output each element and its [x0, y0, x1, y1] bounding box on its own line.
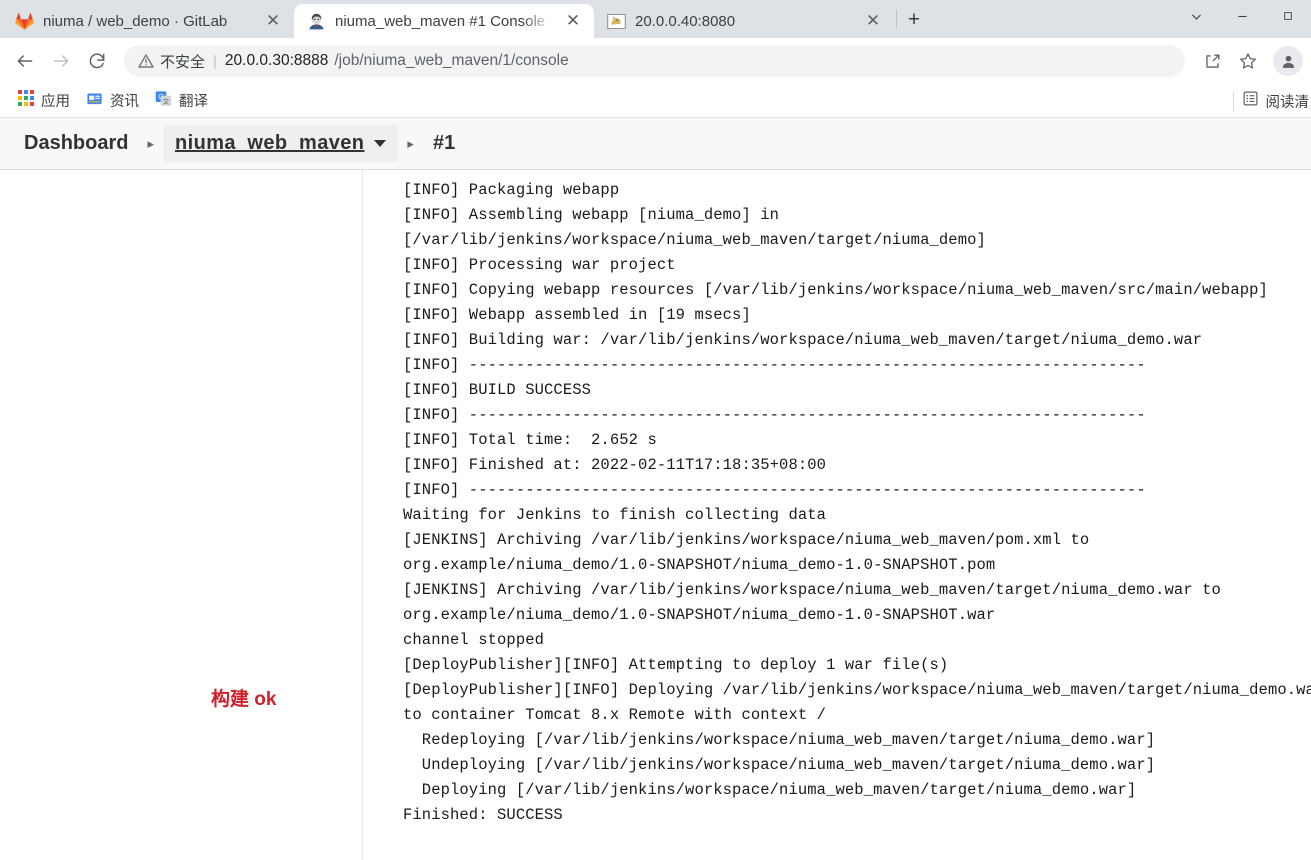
gitlab-icon — [15, 12, 34, 31]
console-line: [JENKINS] Archiving /var/lib/jenkins/wor… — [403, 581, 1221, 599]
console-line: to container Tomcat 8.x Remote with cont… — [403, 706, 827, 724]
bookmark-news[interactable]: 资讯 — [78, 86, 147, 116]
console-line: [INFO] Packaging webapp — [403, 181, 620, 199]
bookmarks-bar: 应用 资讯 G 文 — [0, 84, 1311, 118]
chevron-down-icon[interactable] — [374, 140, 387, 147]
toolbar-actions — [1195, 44, 1303, 78]
warning-triangle-icon — [138, 53, 154, 69]
tomcat-icon — [607, 12, 626, 31]
console-line: org.example/niuma_demo/1.0-SNAPSHOT/nium… — [403, 606, 996, 624]
breadcrumb-build[interactable]: #1 — [423, 127, 465, 160]
bookmark-apps[interactable]: 应用 — [10, 86, 78, 115]
bookmark-label: 资讯 — [110, 94, 139, 110]
tab-separator — [896, 10, 897, 28]
back-icon[interactable] — [8, 44, 42, 78]
breadcrumb-job[interactable]: niuma_web_maven — [163, 125, 399, 162]
sidebar-rail — [0, 170, 363, 860]
page-body: 构建 ok [INFO] Packaging webapp [INFO] Asse… — [0, 170, 1311, 860]
tab-title: 20.0.0.40:8080 — [635, 12, 736, 30]
divider — [1232, 91, 1234, 111]
reading-list-icon — [1242, 90, 1259, 112]
breadcrumb-separator: ▸ — [147, 135, 154, 151]
bookmarks-bar-right: 阅读清 — [1232, 84, 1311, 118]
bookmark-label: 翻译 — [179, 94, 208, 110]
breadcrumb-job-label: niuma_web_maven — [175, 132, 365, 154]
window-controls — [1173, 0, 1311, 32]
console-line: [INFO] Total time: 2.652 s — [403, 431, 657, 449]
console-line: [INFO] Processing war project — [403, 256, 676, 274]
jenkins-icon — [307, 12, 326, 31]
console-line: Finished: SUCCESS — [403, 806, 563, 824]
security-status-label: 不安全 — [160, 53, 206, 71]
reading-list-button[interactable]: 阅读清 — [1242, 90, 1311, 112]
console-line: [JENKINS] Archiving /var/lib/jenkins/wor… — [403, 531, 1090, 549]
omnibox-separator: | — [213, 52, 217, 70]
console-line: channel stopped — [403, 631, 545, 649]
breadcrumb-dashboard[interactable]: Dashboard — [14, 127, 138, 160]
avatar[interactable] — [1273, 46, 1303, 76]
forward-icon[interactable] — [44, 44, 78, 78]
console-line: [INFO] BUILD SUCCESS — [403, 381, 592, 399]
minimize-icon[interactable] — [1219, 0, 1265, 32]
annotation-build-ok: 构建 ok — [211, 689, 277, 710]
console-line: Waiting for Jenkins to finish collecting… — [403, 506, 827, 524]
console-line: Deploying [/var/lib/jenkins/workspace/ni… — [403, 781, 1137, 799]
bookmark-label: 应用 — [41, 94, 70, 110]
console-line: [INFO] Webapp assembled in [19 msecs] — [403, 306, 751, 324]
browser-tab-tomcat[interactable]: 20.0.0.40:8080 ✕ — [594, 4, 894, 38]
bookmark-translate[interactable]: G 文 翻译 — [147, 86, 216, 116]
browser-window: niuma / web_demo · GitLab ✕ niuma_web_ma… — [0, 0, 1311, 860]
console-line: [/var/lib/jenkins/workspace/niuma_web_ma… — [403, 231, 986, 249]
console-line: [INFO] ---------------------------------… — [403, 481, 1146, 499]
close-icon[interactable]: ✕ — [862, 10, 884, 32]
chevron-down-icon[interactable] — [1173, 0, 1219, 32]
console-line: [INFO] Finished at: 2022-02-11T17:18:35+… — [403, 456, 827, 474]
console-line: [DeployPublisher][INFO] Deploying /var/l… — [403, 681, 1311, 699]
news-icon — [86, 90, 103, 112]
console-line: [DeployPublisher][INFO] Attempting to de… — [403, 656, 949, 674]
console-line: [INFO] Assembling webapp [niuma_demo] in — [403, 206, 780, 224]
address-bar[interactable]: 不安全 | 20.0.0.30:8888/job/niuma_web_maven… — [124, 45, 1185, 77]
new-tab-button[interactable]: + — [899, 5, 929, 35]
console-line: [INFO] ---------------------------------… — [403, 356, 1146, 374]
browser-tab-jenkins-console[interactable]: niuma_web_maven #1 Console ✕ — [294, 4, 594, 38]
console-line: org.example/niuma_demo/1.0-SNAPSHOT/nium… — [403, 556, 996, 574]
apps-grid-icon — [18, 90, 34, 111]
close-icon[interactable]: ✕ — [562, 10, 584, 32]
tab-title: niuma / web_demo · GitLab — [43, 12, 228, 30]
breadcrumb: Dashboard ▸ niuma_web_maven ▸ #1 — [0, 118, 1311, 170]
console-line: [INFO] Copying webapp resources [/var/li… — [403, 281, 1268, 299]
breadcrumb-separator: ▸ — [407, 135, 414, 151]
reload-icon[interactable] — [80, 44, 114, 78]
maximize-icon[interactable] — [1265, 0, 1311, 32]
url-path: /job/niuma_web_maven/1/console — [334, 52, 569, 69]
browser-tab-gitlab[interactable]: niuma / web_demo · GitLab ✕ — [2, 4, 294, 38]
console-line: [INFO] ---------------------------------… — [403, 406, 1146, 424]
star-icon[interactable] — [1231, 44, 1265, 78]
share-icon[interactable] — [1195, 44, 1229, 78]
tab-strip: niuma / web_demo · GitLab ✕ niuma_web_ma… — [0, 0, 1311, 38]
console-line: Undeploying [/var/lib/jenkins/workspace/… — [403, 756, 1156, 774]
console-line: Redeploying [/var/lib/jenkins/workspace/… — [403, 731, 1156, 749]
close-icon[interactable]: ✕ — [262, 10, 284, 32]
console-line: [INFO] Building war: /var/lib/jenkins/wo… — [403, 331, 1203, 349]
console-output: [INFO] Packaging webapp [INFO] Assembling… — [364, 170, 1311, 860]
svg-text:文: 文 — [163, 96, 170, 105]
browser-toolbar: 不安全 | 20.0.0.30:8888/job/niuma_web_maven… — [0, 38, 1311, 84]
translate-icon: G 文 — [155, 90, 172, 112]
tab-title: niuma_web_maven #1 Console — [335, 12, 546, 30]
reading-list-label: 阅读清 — [1265, 94, 1310, 111]
url-host: 20.0.0.30:8888 — [224, 52, 329, 69]
